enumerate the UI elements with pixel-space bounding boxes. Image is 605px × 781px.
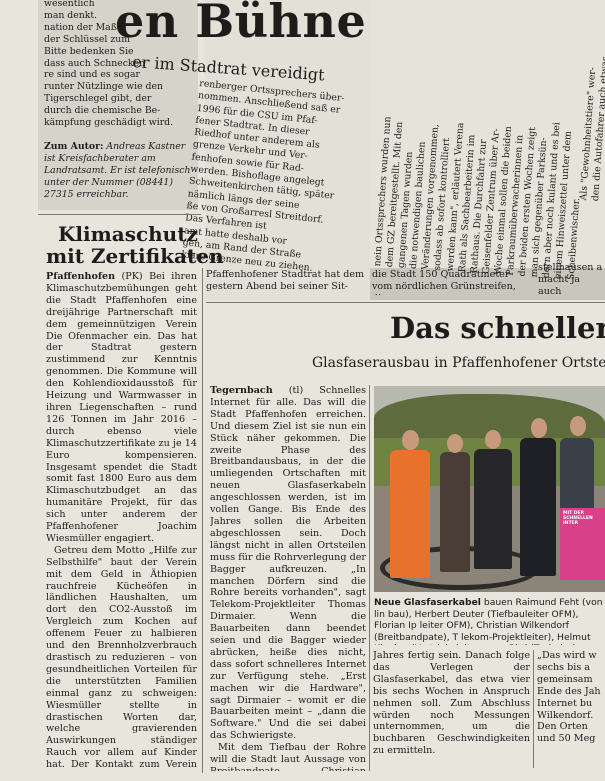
- sign-text: MIT DER SCHNELLEN INTER: [563, 511, 593, 526]
- text-line: Tigerschlegel gibt, der: [44, 93, 152, 105]
- glas-column-2: Jahres fertig sein. Danach folge das Ver…: [373, 650, 530, 757]
- strip-right: stellhausen a macht ja auch kommen so: [538, 262, 603, 296]
- column-divider-mid: [369, 385, 370, 771]
- klima-headline-1: Klimaschutz: [58, 222, 198, 246]
- group-photo: MIT DER SCHNELLEN INTER: [374, 386, 605, 592]
- glas-paragraph-2: Mit dem Tiefbau der Rohre will die Stadt…: [210, 742, 366, 771]
- klima-paragraph-1-text: Bei ihren Klimaschutzbemühungen geht die…: [46, 271, 197, 544]
- glas-column-3: „Das wird w sechs bis a gemeinsam Ende d…: [537, 650, 601, 745]
- caption-lead: Neue Glasfaserkabel: [374, 597, 481, 608]
- person-2-head: [447, 434, 463, 453]
- strip-left: Pfaffenhofener Stadtrat hat dem gestern …: [206, 269, 365, 292]
- person-1-safety-vest: [390, 450, 430, 578]
- glas-dateline: Tegernbach: [210, 385, 273, 396]
- glas-paragraph-1: Tegernbach (tl) Schnelles Internet für a…: [210, 385, 366, 742]
- glas-agency: (tl): [288, 385, 304, 396]
- glas-body: Tegernbach (tl) Schnelles Internet für a…: [210, 385, 366, 771]
- person-1-head: [402, 430, 419, 450]
- author-label: Zum Autor:: [44, 141, 104, 152]
- person-3-head: [485, 430, 501, 449]
- column-divider-left: [202, 268, 203, 773]
- klima-headline-2: mit Zertifikaten: [46, 244, 224, 268]
- person-3: [474, 449, 512, 569]
- column-divider-right: [533, 650, 534, 768]
- rotated-column-2: nein Ortssprechers wurden nun dem GZ ber…: [372, 0, 596, 280]
- klima-agency: (PK): [121, 271, 143, 282]
- author-note: Zum Autor: Andreas Kastner ist Kreisfach…: [44, 141, 194, 203]
- klima-paragraph-2: Getreu dem Motto „Hilfe zur Selbsthilfe"…: [46, 544, 197, 771]
- klima-dateline: Pfaffenhofen: [46, 271, 116, 282]
- rule-left-top: [38, 214, 201, 215]
- glas-headline: Das schnellere: [390, 311, 605, 345]
- text-line: kämpfung geschädigt wird.: [44, 117, 174, 129]
- rotated-column-2-wrap: nein Ortssprechers wurden nun dem GZ ber…: [372, 0, 596, 280]
- glas-subhead: Glasfaserausbau in Pfaffenhofener Ortste…: [312, 355, 605, 371]
- telekom-sign: MIT DER SCHNELLEN INTER: [560, 508, 605, 580]
- strip-mid: die Stadt 150 Quadratmeter vom nördliche…: [372, 269, 516, 295]
- klima-body: Pfaffenhofen (PK) Bei ihren Klimaschutzb…: [46, 271, 197, 771]
- person-5-head: [570, 416, 586, 436]
- person-4-head: [531, 418, 547, 438]
- photo-caption: Neue Glasfaserkabel bauen Raimund Feht (…: [374, 597, 605, 645]
- glas-paragraph-1-text: Schnelles Internet für alle. Das will di…: [210, 385, 366, 742]
- person-4: [520, 438, 556, 576]
- text-line: durch die chemische Be-: [44, 105, 161, 117]
- rule-glas-top: [206, 302, 605, 303]
- headline-top: en Bühne: [115, 0, 367, 48]
- text-line: runter Nützlinge wie den: [44, 81, 163, 93]
- person-2: [440, 452, 470, 572]
- klima-paragraph-1: Pfaffenhofen (PK) Bei ihren Klimaschutzb…: [46, 271, 197, 545]
